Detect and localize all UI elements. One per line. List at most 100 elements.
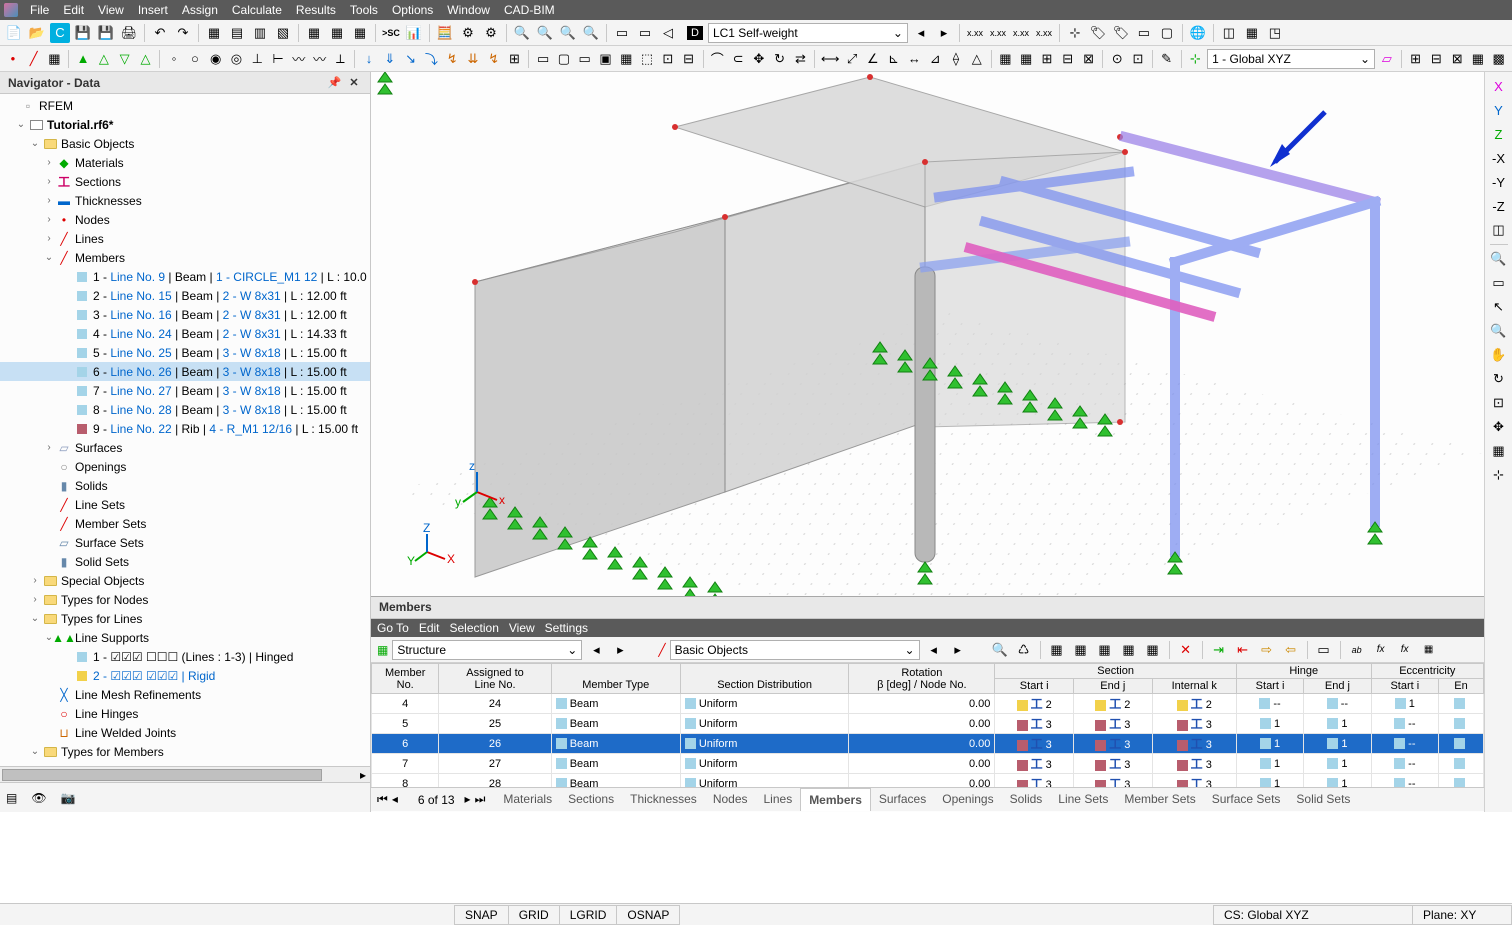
tab-surface-sets[interactable]: Surface Sets	[1204, 788, 1289, 811]
menu-file[interactable]: File	[24, 1, 55, 19]
save-icon[interactable]: 💾	[73, 23, 93, 43]
bsel-prev-icon[interactable]: ◂	[586, 640, 606, 660]
table2-icon[interactable]: ▦	[327, 23, 347, 43]
render4-icon[interactable]: ▦	[1469, 49, 1487, 69]
tab-materials[interactable]: Materials	[495, 788, 560, 811]
th-hinge[interactable]: Hinge	[1236, 664, 1371, 679]
bsel-basic[interactable]: Basic Objects⌄	[670, 640, 920, 660]
sup2-icon[interactable]: △	[95, 49, 113, 69]
bt-exp3-icon[interactable]: ⇨	[1257, 640, 1277, 660]
bt-fx3-icon[interactable]: ▦	[1419, 640, 1439, 660]
tree-node[interactable]: 3 - Line No. 16 | Beam | 2 - W 8x31 | L …	[0, 305, 370, 324]
v-iso-icon[interactable]: ◫	[1489, 220, 1509, 240]
dim-e-icon[interactable]: ↔	[906, 49, 924, 69]
grid-d-icon[interactable]: ⊟	[1059, 49, 1077, 69]
dim-b-icon[interactable]: ⤢	[843, 49, 861, 69]
cs-select[interactable]: 1 - Global XYZ⌄	[1207, 49, 1375, 69]
cloud-icon[interactable]: C	[50, 23, 70, 43]
bsel-next-icon[interactable]: ▸	[610, 640, 630, 660]
spring-icon[interactable]: 〰	[290, 49, 308, 69]
tree-node[interactable]: ○Line Hinges	[0, 704, 370, 723]
bt-g5-icon[interactable]: ▦	[1143, 640, 1163, 660]
data-tab-icon[interactable]: ▤	[6, 791, 17, 805]
v-grid-icon[interactable]: ▦	[1489, 441, 1509, 461]
tab-members[interactable]: Members	[800, 788, 871, 811]
ecc-icon[interactable]: ⊥	[248, 49, 266, 69]
load8-icon[interactable]: ⊞	[506, 49, 524, 69]
open-icon[interactable]: 📂	[27, 23, 47, 43]
th-hs[interactable]: Start i	[1236, 679, 1303, 694]
rel3-icon[interactable]: ◉	[207, 49, 225, 69]
toggle1-icon[interactable]: ▭	[1134, 23, 1154, 43]
lc-select[interactable]: LC1 Self-weight⌄	[708, 23, 908, 43]
sel2-icon[interactable]: ▢	[555, 49, 573, 69]
menu-cadbim[interactable]: CAD-BIM	[498, 1, 561, 19]
bmenu-goto[interactable]: Go To	[377, 621, 409, 635]
th-assigned[interactable]: Assigned toLine No.	[439, 664, 551, 694]
tree-node[interactable]: 9 - Line No. 22 | Rib | 4 - R_M1 12/16 |…	[0, 419, 370, 438]
tab-solid-sets[interactable]: Solid Sets	[1288, 788, 1358, 811]
dim-h-icon[interactable]: △	[968, 49, 986, 69]
table-row[interactable]: 828 Beam Uniform 0.00 工 3工 3工 3 1 1 --	[372, 774, 1484, 788]
tree-node[interactable]: ○Openings	[0, 457, 370, 476]
tree-node[interactable]: ╱Line Sets	[0, 495, 370, 514]
load2-icon[interactable]: ⇓	[381, 49, 399, 69]
v-orbit-icon[interactable]: ↻	[1489, 369, 1509, 389]
gear2-icon[interactable]: ⚙	[481, 23, 501, 43]
v-pick-icon[interactable]: ↖	[1489, 297, 1509, 317]
sel5-icon[interactable]: ▦	[617, 49, 635, 69]
menu-assign[interactable]: Assign	[176, 1, 224, 19]
ecc2-icon[interactable]: ⊢	[269, 49, 287, 69]
camera-icon[interactable]: 📷	[61, 791, 76, 805]
close-icon[interactable]: ✕	[346, 75, 362, 91]
dim-c-icon[interactable]: ∠	[864, 49, 882, 69]
bt-exp4-icon[interactable]: ⇦	[1281, 640, 1301, 660]
arc2-icon[interactable]: ⊂	[729, 49, 747, 69]
table-row[interactable]: 424 Beam Uniform 0.00 工 2工 2工 2 -- -- 1	[372, 694, 1484, 714]
bt-del-icon[interactable]: ✕	[1176, 640, 1196, 660]
zoom3-icon[interactable]: 🔍	[558, 23, 578, 43]
tab-line-sets[interactable]: Line Sets	[1050, 788, 1116, 811]
dim1-icon[interactable]: x.xx	[965, 23, 985, 43]
render2-icon[interactable]: ⊟	[1427, 49, 1445, 69]
th-he[interactable]: End j	[1304, 679, 1371, 694]
globe-icon[interactable]: 🌐	[1188, 23, 1208, 43]
th-section[interactable]: Section	[995, 664, 1236, 679]
menu-insert[interactable]: Insert	[132, 1, 174, 19]
snap-b-icon[interactable]: ⊡	[1129, 49, 1147, 69]
status-grid[interactable]: GRID	[508, 905, 560, 925]
tree-node[interactable]: 1 - ☑☑☑ ☐☐☐ (Lines : 1-3) | Hinged	[0, 647, 370, 666]
v-sel-icon[interactable]: ▭	[1489, 273, 1509, 293]
calc-icon[interactable]: 🧮	[435, 23, 455, 43]
grid-a-icon[interactable]: ▦	[997, 49, 1015, 69]
chart-icon[interactable]: 📊	[404, 23, 424, 43]
bsel2-next-icon[interactable]: ▸	[948, 640, 968, 660]
tree-node[interactable]: ⊔Line Welded Joints	[0, 723, 370, 742]
eye-icon[interactable]: 👁	[31, 791, 46, 805]
rel2-icon[interactable]: ○	[186, 49, 204, 69]
th-ej[interactable]: End j	[1073, 679, 1152, 694]
grid-e-icon[interactable]: ⊠	[1080, 49, 1098, 69]
table-row[interactable]: 525 Beam Uniform 0.00 工 3工 3工 3 1 1 --	[372, 714, 1484, 734]
sel4-icon[interactable]: ▣	[597, 49, 615, 69]
tree-node[interactable]: 5 - Line No. 25 | Beam | 3 - W 8x18 | L …	[0, 343, 370, 362]
table3-icon[interactable]: ▦	[350, 23, 370, 43]
sel7-icon[interactable]: ⊡	[659, 49, 677, 69]
tree-node[interactable]: ›工Sections	[0, 172, 370, 191]
render1-icon[interactable]: ⊞	[1407, 49, 1425, 69]
tree-node[interactable]: ▮Solid Sets	[0, 552, 370, 571]
menu-calculate[interactable]: Calculate	[226, 1, 288, 19]
th-rot[interactable]: Rotationβ [deg] / Node No.	[849, 664, 995, 694]
spring2-icon[interactable]: 〰	[311, 49, 329, 69]
zoom4-icon[interactable]: 🔍	[581, 23, 601, 43]
dim-d-icon[interactable]: ⊾	[885, 49, 903, 69]
rel1-icon[interactable]: ◦	[165, 49, 183, 69]
node-icon[interactable]: •	[4, 49, 22, 69]
tab-sections[interactable]: Sections	[560, 788, 622, 811]
tab-thicknesses[interactable]: Thicknesses	[622, 788, 705, 811]
rel4-icon[interactable]: ◎	[228, 49, 246, 69]
undo-icon[interactable]: ↶	[150, 23, 170, 43]
prev-lc-icon[interactable]: ◁	[658, 23, 678, 43]
v-ny-icon[interactable]: -Y	[1489, 172, 1509, 192]
redo-icon[interactable]: ↷	[173, 23, 193, 43]
